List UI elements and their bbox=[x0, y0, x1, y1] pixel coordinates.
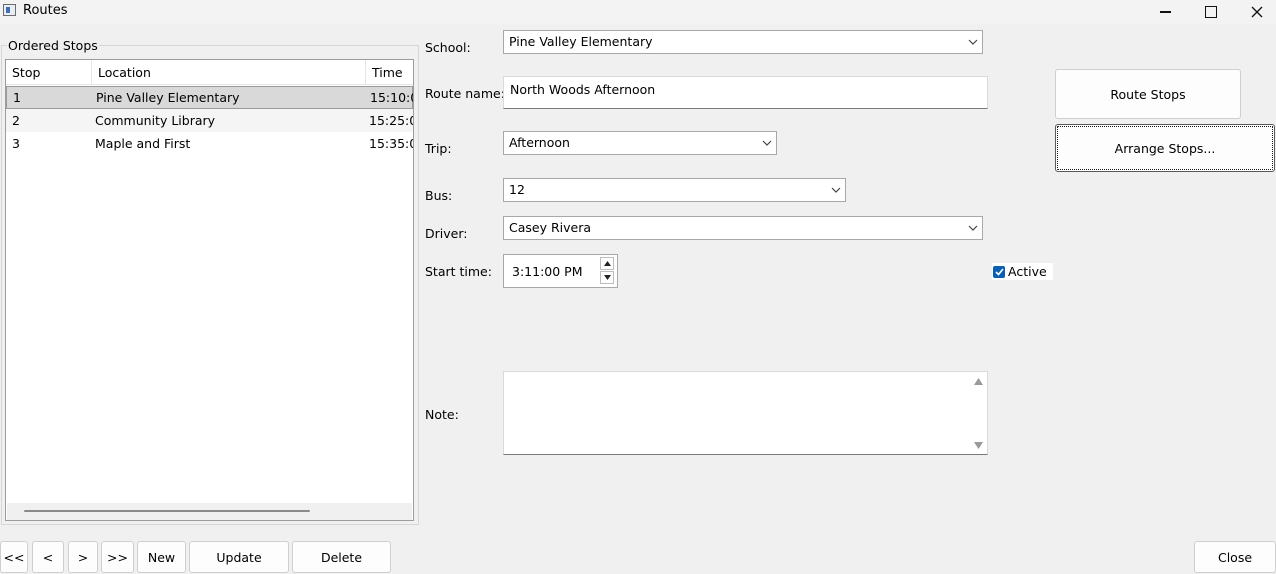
horizontal-scrollbar[interactable] bbox=[7, 503, 412, 520]
start-time-value: 3:11:00 PM bbox=[512, 264, 583, 279]
stop-time: 15:10:00 bbox=[370, 90, 413, 105]
chevron-down-icon bbox=[968, 39, 978, 45]
checkmark-icon bbox=[993, 265, 1005, 278]
driver-select[interactable]: Casey Rivera bbox=[503, 216, 983, 240]
chevron-down-icon bbox=[831, 187, 841, 193]
trip-value: Afternoon bbox=[509, 135, 570, 150]
maximize-button[interactable] bbox=[1188, 0, 1234, 24]
column-header-time[interactable]: Time bbox=[366, 60, 413, 85]
trip-select[interactable]: Afternoon bbox=[503, 131, 777, 155]
start-time-picker[interactable]: 3:11:00 PM bbox=[503, 254, 618, 288]
stop-time: 15:35:00 bbox=[369, 136, 413, 151]
stop-location: Pine Valley Elementary bbox=[96, 90, 240, 105]
bus-label: Bus: bbox=[425, 188, 453, 203]
minimize-icon bbox=[1159, 11, 1171, 13]
arrow-up-icon bbox=[603, 261, 611, 266]
maximize-icon bbox=[1205, 6, 1217, 18]
stop-location: Maple and First bbox=[95, 136, 191, 151]
arrange-stops-button[interactable]: Arrange Stops... bbox=[1055, 124, 1275, 172]
scroll-up-icon[interactable] bbox=[974, 378, 983, 385]
trip-label: Trip: bbox=[425, 141, 452, 156]
start-time-label: Start time: bbox=[425, 264, 492, 279]
table-row[interactable]: 2 Community Library 15:25:00 bbox=[6, 109, 413, 132]
stop-number: 2 bbox=[12, 113, 20, 128]
route-name-label: Route name: bbox=[425, 86, 505, 101]
minimize-button[interactable] bbox=[1142, 0, 1188, 24]
ordered-stops-title: Ordered Stops bbox=[7, 38, 99, 53]
close-icon bbox=[1251, 6, 1263, 18]
time-down-button[interactable] bbox=[600, 271, 614, 284]
app-icon bbox=[3, 4, 16, 16]
active-checkbox[interactable]: Active bbox=[992, 263, 1053, 280]
route-stops-button[interactable]: Route Stops bbox=[1055, 69, 1241, 119]
school-value: Pine Valley Elementary bbox=[509, 34, 653, 49]
note-textarea[interactable] bbox=[503, 371, 988, 455]
table-row[interactable]: 1 Pine Valley Elementary 15:10:00 bbox=[6, 86, 413, 109]
stops-list[interactable]: Stop Location Time 1 Pine Valley Element… bbox=[5, 59, 414, 521]
note-label: Note: bbox=[425, 407, 459, 422]
window-title: Routes bbox=[23, 3, 68, 18]
new-button[interactable]: New bbox=[137, 541, 186, 573]
window-close-button[interactable] bbox=[1234, 0, 1276, 24]
arrow-down-icon bbox=[603, 275, 611, 280]
stop-location: Community Library bbox=[95, 113, 216, 128]
bus-value: 12 bbox=[509, 182, 525, 197]
route-name-value: North Woods Afternoon bbox=[510, 82, 656, 97]
route-name-input[interactable]: North Woods Afternoon bbox=[503, 76, 988, 109]
stop-time: 15:25:00 bbox=[369, 113, 413, 128]
driver-label: Driver: bbox=[425, 226, 468, 241]
school-label: School: bbox=[425, 40, 471, 55]
scrollbar-thumb[interactable] bbox=[24, 510, 310, 512]
stop-number: 1 bbox=[13, 90, 21, 105]
time-up-button[interactable] bbox=[600, 257, 614, 270]
stop-number: 3 bbox=[12, 136, 20, 151]
column-header-stop[interactable]: Stop bbox=[6, 60, 92, 85]
update-button[interactable]: Update bbox=[189, 541, 289, 573]
close-button[interactable]: Close bbox=[1194, 541, 1276, 573]
first-record-button[interactable]: << bbox=[0, 541, 28, 573]
driver-value: Casey Rivera bbox=[509, 220, 592, 235]
title-bar bbox=[0, 0, 1276, 24]
vertical-scrollbar[interactable] bbox=[970, 372, 987, 454]
scroll-down-icon[interactable] bbox=[974, 442, 983, 449]
last-record-button[interactable]: >> bbox=[101, 541, 134, 573]
chevron-down-icon bbox=[968, 225, 978, 231]
chevron-down-icon bbox=[762, 140, 772, 146]
column-header-location[interactable]: Location bbox=[92, 60, 366, 85]
delete-button[interactable]: Delete bbox=[292, 541, 391, 573]
previous-record-button[interactable]: < bbox=[32, 541, 64, 573]
bus-select[interactable]: 12 bbox=[503, 178, 846, 202]
active-label: Active bbox=[1008, 264, 1047, 279]
school-select[interactable]: Pine Valley Elementary bbox=[503, 30, 983, 54]
table-row[interactable]: 3 Maple and First 15:35:00 bbox=[6, 132, 413, 155]
next-record-button[interactable]: > bbox=[68, 541, 98, 573]
